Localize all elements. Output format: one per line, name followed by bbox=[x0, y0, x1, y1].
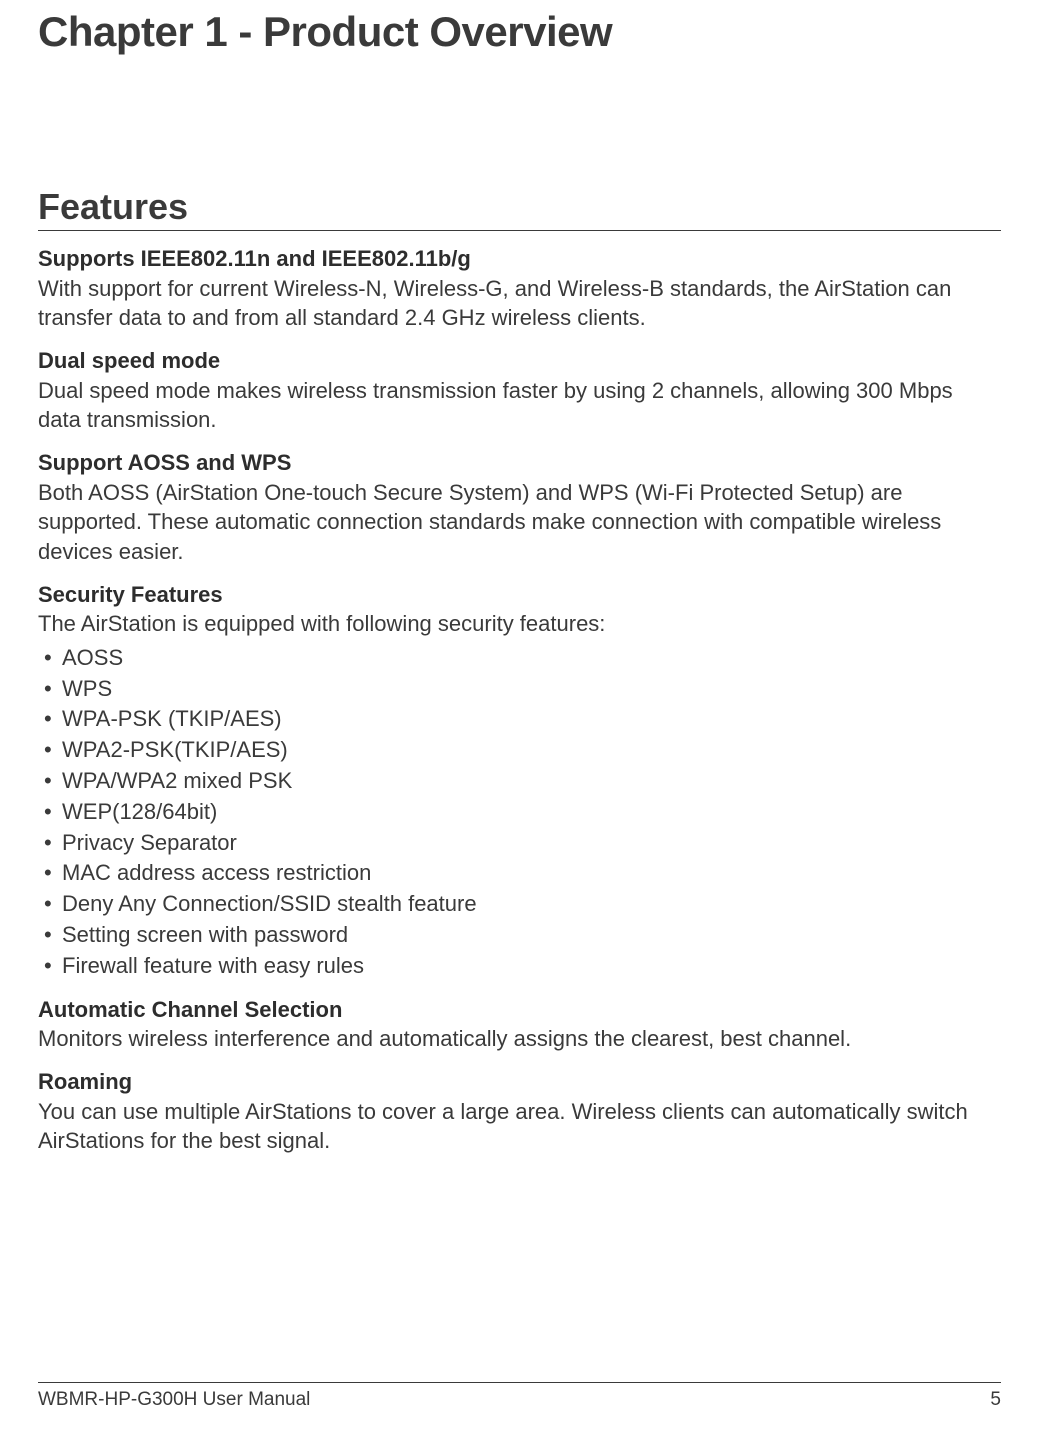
footer-page-number: 5 bbox=[990, 1389, 1001, 1411]
list-item: Deny Any Connection/SSID stealth feature bbox=[38, 889, 1001, 920]
list-item: Privacy Separator bbox=[38, 828, 1001, 859]
feature-body: With support for current Wireless-N, Wir… bbox=[38, 274, 1001, 333]
feature-heading: Security Features bbox=[38, 581, 1001, 610]
feature-body: Monitors wireless interference and autom… bbox=[38, 1024, 1001, 1054]
list-item: Setting screen with password bbox=[38, 920, 1001, 951]
feature-block-roaming: Roaming You can use multiple AirStations… bbox=[38, 1068, 1001, 1156]
list-item: WEP(128/64bit) bbox=[38, 797, 1001, 828]
list-item: WPA-PSK (TKIP/AES) bbox=[38, 704, 1001, 735]
list-item: AOSS bbox=[38, 643, 1001, 674]
chapter-title: Chapter 1 - Product Overview bbox=[38, 0, 1001, 56]
feature-body: You can use multiple AirStations to cove… bbox=[38, 1097, 1001, 1156]
feature-block-aoss-wps: Support AOSS and WPS Both AOSS (AirStati… bbox=[38, 449, 1001, 567]
page-footer: WBMR-HP-G300H User Manual 5 bbox=[38, 1382, 1001, 1411]
feature-heading: Support AOSS and WPS bbox=[38, 449, 1001, 478]
feature-body: Both AOSS (AirStation One-touch Secure S… bbox=[38, 478, 1001, 567]
section-title: Features bbox=[38, 186, 1001, 231]
list-item: WPA/WPA2 mixed PSK bbox=[38, 766, 1001, 797]
footer-manual-name: WBMR-HP-G300H User Manual bbox=[38, 1389, 310, 1411]
feature-heading: Automatic Channel Selection bbox=[38, 996, 1001, 1025]
list-item: WPS bbox=[38, 674, 1001, 705]
feature-body: Dual speed mode makes wireless transmiss… bbox=[38, 376, 1001, 435]
feature-block-dualspeed: Dual speed mode Dual speed mode makes wi… bbox=[38, 347, 1001, 435]
feature-block-security: Security Features The AirStation is equi… bbox=[38, 581, 1001, 982]
list-item: Firewall feature with easy rules bbox=[38, 951, 1001, 982]
security-bullet-list: AOSS WPS WPA-PSK (TKIP/AES) WPA2-PSK(TKI… bbox=[38, 643, 1001, 982]
feature-heading: Dual speed mode bbox=[38, 347, 1001, 376]
feature-heading: Supports IEEE802.11n and IEEE802.11b/g bbox=[38, 245, 1001, 274]
feature-block-ieee: Supports IEEE802.11n and IEEE802.11b/g W… bbox=[38, 245, 1001, 333]
feature-block-autochannel: Automatic Channel Selection Monitors wir… bbox=[38, 996, 1001, 1054]
feature-heading: Roaming bbox=[38, 1068, 1001, 1097]
feature-body: The AirStation is equipped with followin… bbox=[38, 609, 1001, 639]
list-item: WPA2-PSK(TKIP/AES) bbox=[38, 735, 1001, 766]
list-item: MAC address access restriction bbox=[38, 858, 1001, 889]
